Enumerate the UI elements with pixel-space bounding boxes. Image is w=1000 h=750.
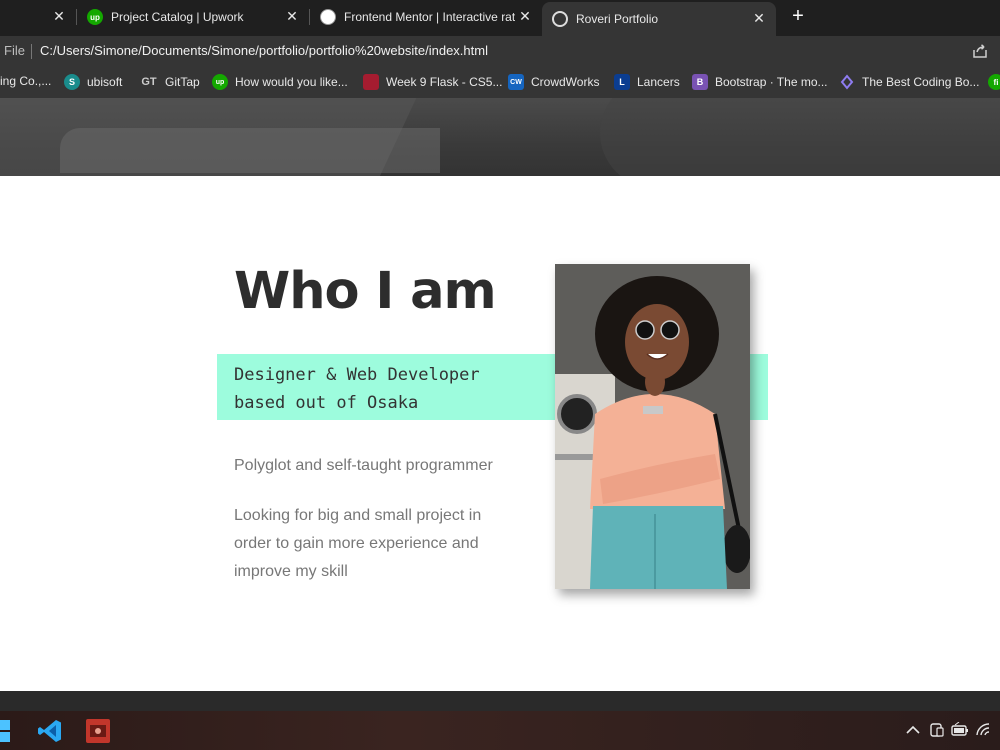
- upwork-icon: up: [212, 74, 228, 90]
- bookmark-label: Lancers: [637, 75, 680, 89]
- bookmark-cs50[interactable]: Week 9 Flask - CS5...: [363, 74, 502, 90]
- windows-start-icon[interactable]: [0, 718, 12, 744]
- address-divider: [31, 44, 32, 59]
- tab-upwork[interactable]: up Project Catalog | Upwork ✕: [77, 0, 309, 34]
- partial-icon: fi: [988, 74, 1000, 90]
- bookmark-label: Bootstrap · The mo...: [715, 75, 828, 89]
- crowdworks-icon: CW: [508, 74, 524, 90]
- tab-title: Roveri Portfolio: [576, 12, 659, 26]
- portrait-illustration: [555, 264, 750, 589]
- tab-frontend-mentor[interactable]: Frontend Mentor | Interactive rat ✕: [310, 0, 542, 34]
- address-bar: File C:/Users/Simone/Documents/Simone/po…: [0, 36, 1000, 66]
- tab-title: Frontend Mentor | Interactive rat: [344, 10, 516, 24]
- goal-paragraph: Looking for big and small project in ord…: [234, 507, 482, 580]
- bookmark-label: ubisoft: [87, 75, 123, 89]
- frontend-mentor-icon: [320, 9, 336, 25]
- phone-link-icon[interactable]: [928, 722, 946, 738]
- share-icon[interactable]: [972, 43, 988, 59]
- tab-title: Project Catalog | Upwork: [111, 10, 244, 24]
- bookmark-label: The Best Coding Bo...: [862, 75, 980, 89]
- wifi-icon[interactable]: [975, 722, 993, 738]
- upwork-icon: up: [87, 9, 103, 25]
- hero-image: [0, 98, 1000, 176]
- close-tab-icon[interactable]: ✕: [285, 9, 299, 23]
- page-title: Who I am: [234, 262, 497, 321]
- new-tab-icon[interactable]: +: [788, 6, 808, 26]
- bookmark-item[interactable]: ing Co.,...: [0, 74, 51, 88]
- bookmark-partial[interactable]: fi: [988, 74, 1000, 90]
- globe-icon: [552, 11, 568, 27]
- ubisoft-icon: S: [64, 74, 80, 90]
- tab-partial[interactable]: ✕: [0, 0, 76, 34]
- bookmarks-bar: ing Co.,... S ubisoft GT GitTap up How w…: [0, 66, 1000, 98]
- bookmark-label: Week 9 Flask - CS5...: [386, 75, 503, 89]
- address-url-input[interactable]: C:/Users/Simone/Documents/Simone/portfol…: [40, 43, 488, 58]
- tab-strip: ✕ up Project Catalog | Upwork ✕ Frontend…: [0, 0, 1000, 36]
- bookmark-bootstrap[interactable]: B Bootstrap · The mo...: [692, 74, 828, 90]
- tab-roveri-portfolio[interactable]: Roveri Portfolio ✕: [542, 2, 776, 36]
- bookmark-lancers[interactable]: L Lancers: [614, 74, 680, 90]
- tagline-line-1: Designer & Web Developer: [234, 365, 480, 385]
- bookmark-gittap[interactable]: GT GitTap: [140, 74, 200, 90]
- bookmark-label: How would you like...: [235, 75, 348, 89]
- portrait-photo: [555, 264, 750, 589]
- lancers-icon: L: [614, 74, 630, 90]
- page-footer-strip: [0, 691, 1000, 711]
- address-scheme-label[interactable]: File: [4, 43, 25, 58]
- close-tab-icon[interactable]: ✕: [518, 9, 532, 23]
- taskbar: [0, 711, 1000, 750]
- bookmark-ubisoft[interactable]: S ubisoft: [64, 74, 122, 90]
- gittap-icon: GT: [141, 76, 157, 88]
- chevron-up-icon[interactable]: [904, 722, 922, 738]
- bookmark-label: CrowdWorks: [531, 75, 600, 89]
- battery-icon[interactable]: [951, 722, 969, 738]
- tagline: Designer & Web Developer based out of Os…: [234, 361, 534, 417]
- bookmark-label: ing Co.,...: [0, 74, 52, 88]
- bookmark-label: GitTap: [165, 75, 200, 89]
- bootstrap-icon: B: [692, 74, 708, 90]
- harvard-icon: [363, 74, 379, 90]
- intro-paragraph: Polyglot and self-taught programmer: [234, 457, 493, 474]
- coding-icon: [839, 74, 855, 90]
- tagline-line-2: based out of Osaka: [234, 393, 419, 413]
- close-tab-icon[interactable]: ✕: [52, 9, 66, 23]
- bookmark-crowdworks[interactable]: CW CrowdWorks: [508, 74, 599, 90]
- vscode-icon[interactable]: [37, 718, 63, 744]
- bookmark-upwork[interactable]: up How would you like...: [212, 74, 348, 90]
- about-section: Who I am Designer & Web Developer based …: [0, 176, 1000, 691]
- close-tab-icon[interactable]: ✕: [752, 11, 766, 25]
- app-red-icon[interactable]: [85, 718, 111, 744]
- bookmark-coding[interactable]: The Best Coding Bo...: [839, 74, 979, 90]
